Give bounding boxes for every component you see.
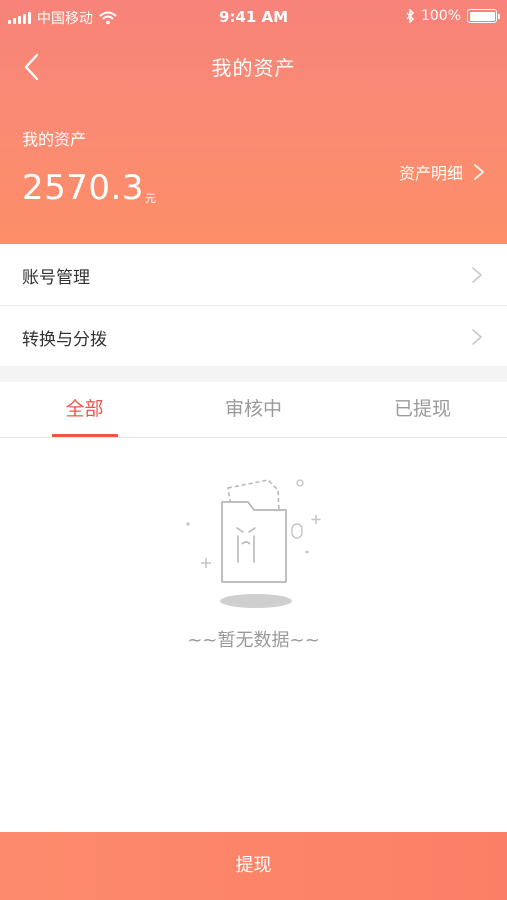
tab-all[interactable]: 全部 <box>0 382 169 438</box>
chevron-right-icon <box>472 267 482 283</box>
status-right: 100% <box>405 8 500 24</box>
asset-label: 我的资产 <box>22 130 87 149</box>
menu-item-label: 转换与分拨 <box>22 330 107 350</box>
active-tab-indicator <box>52 434 118 437</box>
navigation-bar: 我的资产 <box>0 34 507 100</box>
status-bar: 中国移动 9:41 AM 100% <box>0 0 507 34</box>
asset-amount: 2570.3 <box>22 168 144 208</box>
bluetooth-icon <box>406 9 415 23</box>
empty-folder-icon <box>186 479 321 608</box>
tab-under-review[interactable]: 审核中 <box>169 382 338 438</box>
asset-summary-card: 我的资产 2570.3 元 资产明细 <box>0 100 507 244</box>
tab-withdrawn[interactable]: 已提现 <box>338 382 507 438</box>
chevron-right-icon <box>472 329 482 345</box>
withdraw-status-tabs: 全部 审核中 已提现 <box>0 382 507 438</box>
empty-state-illustration <box>170 470 340 620</box>
asset-detail-label: 资产明细 <box>398 164 463 183</box>
withdraw-button[interactable]: 提现 <box>0 832 507 900</box>
battery-percent: 100% <box>420 8 461 24</box>
page-title: 我的资产 <box>211 56 296 80</box>
asset-detail-link[interactable]: 资产明细 <box>399 160 485 184</box>
asset-unit: 元 <box>145 192 156 205</box>
battery-icon <box>467 9 500 23</box>
section-separator <box>0 366 507 382</box>
empty-state-message: ~~暂无数据~~ <box>187 630 320 651</box>
menu-item-transfer-allocation[interactable]: 转换与分拨 <box>0 306 507 368</box>
chevron-right-icon <box>474 164 484 180</box>
menu-item-account-management[interactable]: 账号管理 <box>0 244 507 306</box>
menu-item-label: 账号管理 <box>22 268 90 288</box>
